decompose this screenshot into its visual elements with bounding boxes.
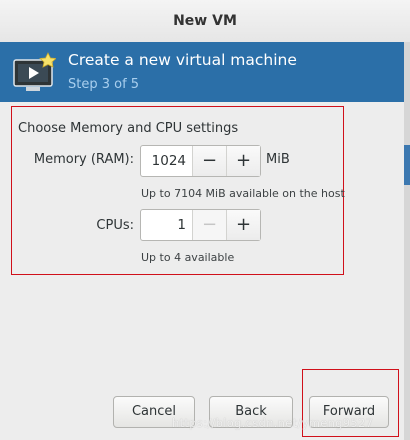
memory-spinbutton[interactable]: 1024 − +: [140, 145, 261, 177]
window-title: New VM: [0, 0, 410, 43]
cpus-value-input[interactable]: 1: [141, 210, 193, 240]
memory-unit: MiB: [266, 152, 290, 167]
wizard-banner: Create a new virtual machine Step 3 of 5: [0, 42, 410, 102]
memory-value-input[interactable]: 1024: [141, 146, 193, 176]
memory-increment-button[interactable]: +: [226, 146, 260, 176]
cpus-decrement-button[interactable]: −: [193, 210, 226, 240]
cpus-hint: Up to 4 available: [141, 251, 235, 264]
banner-step: Step 3 of 5: [68, 77, 140, 92]
vm-monitor-icon: [13, 52, 56, 91]
memory-hint: Up to 7104 MiB available on the host: [141, 187, 345, 200]
banner-title: Create a new virtual machine: [68, 51, 297, 69]
background-window-edge: [404, 145, 410, 185]
window-right-edge: [404, 42, 410, 440]
watermark-text: https://blog.csdn.net/ymeng9527: [172, 416, 374, 430]
cpus-spinbutton[interactable]: 1 − +: [140, 209, 261, 241]
memory-decrement-button[interactable]: −: [193, 146, 226, 176]
section-heading: Choose Memory and CPU settings: [18, 121, 239, 136]
memory-label: Memory (RAM):: [33, 152, 134, 167]
cpus-label: CPUs:: [96, 218, 134, 233]
cpus-increment-button[interactable]: +: [226, 210, 260, 240]
